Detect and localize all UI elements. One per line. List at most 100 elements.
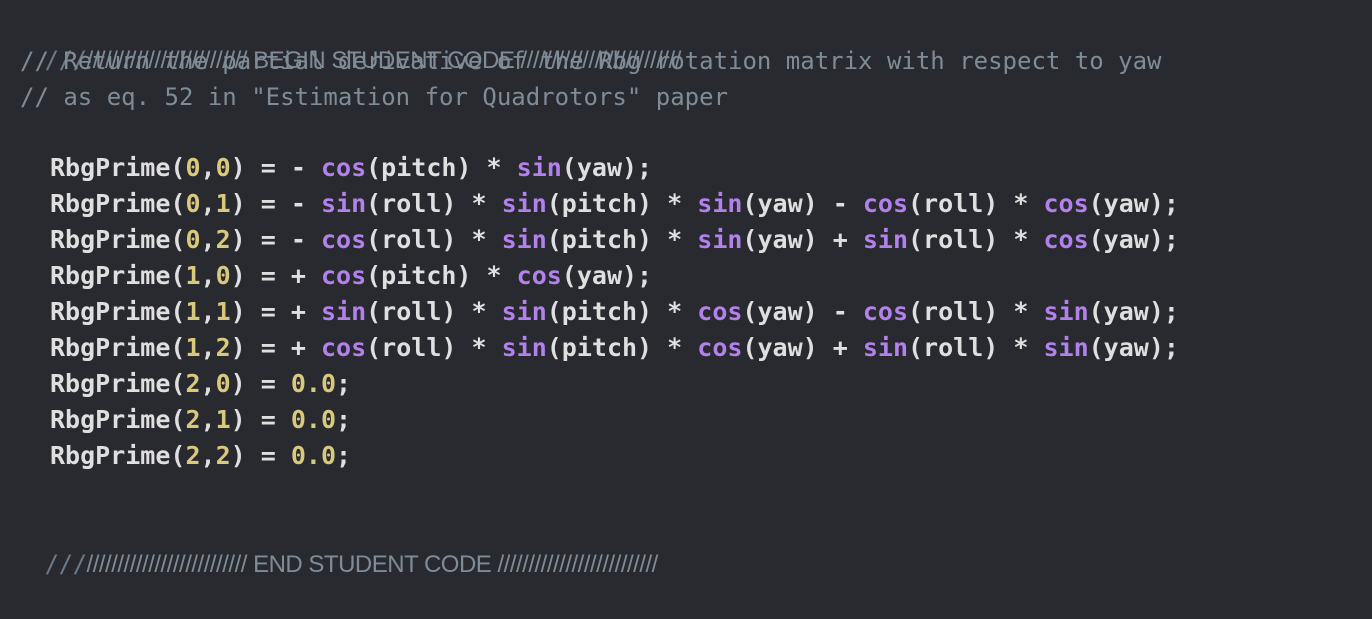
code-token: (roll) *	[366, 189, 502, 218]
code-token: RbgPrime(	[50, 189, 186, 218]
code-token: (yaw) -	[742, 189, 863, 218]
function-token: cos	[1043, 189, 1089, 218]
code-line: RbgPrime(0,0) = - cos(pitch) * sin(yaw);	[50, 150, 652, 186]
number-token: 0	[215, 369, 231, 398]
number-token: 2	[215, 225, 231, 254]
code-line: RbgPrime(0,1) = - sin(roll) * sin(pitch)…	[50, 186, 1179, 222]
code-editor[interactable]: ///////////////////////////// BEGIN STUD…	[0, 0, 1372, 578]
code-token: RbgPrime(	[50, 333, 186, 362]
number-token: 0	[215, 153, 231, 182]
number-token: 1	[215, 189, 231, 218]
code-line: RbgPrime(2,1) = 0.0;	[50, 402, 351, 438]
code-token: RbgPrime(	[50, 153, 186, 182]
code-token: ) = +	[230, 261, 321, 290]
code-line: RbgPrime(2,0) = 0.0;	[50, 366, 351, 402]
code-token: RbgPrime(	[50, 369, 186, 398]
function-token: sin	[501, 297, 547, 326]
code-token: (yaw) -	[742, 297, 863, 326]
function-token: sin	[320, 189, 367, 218]
number-token: 2	[215, 441, 231, 470]
code-token: (yaw) +	[742, 333, 863, 362]
comment-slashes: ///	[44, 550, 87, 578]
code-token: ,	[200, 441, 216, 470]
code-token: (roll) *	[908, 225, 1044, 254]
code-token: ;	[336, 441, 352, 470]
code-token: ) = +	[230, 297, 321, 326]
function-token: cos	[320, 153, 367, 182]
code-token: ) =	[230, 441, 291, 470]
comment-line-2: // as eq. 52 in "Estimation for Quadroto…	[20, 83, 729, 111]
code-token: (yaw);	[561, 261, 653, 290]
number-token: 2	[185, 441, 201, 470]
function-token: cos	[697, 297, 743, 326]
code-token: RbgPrime(	[50, 441, 186, 470]
number-token: 0	[185, 153, 201, 182]
code-token: ,	[200, 153, 216, 182]
function-token: cos	[862, 297, 908, 326]
code-token: (roll) *	[366, 297, 502, 326]
number-token: 1	[215, 405, 231, 434]
end-student-code-marker: ///////////////////////////// END STUDEN…	[20, 510, 659, 578]
code-token: (yaw);	[561, 153, 653, 182]
code-token: (roll) *	[366, 333, 502, 362]
code-token: (yaw) +	[742, 225, 863, 254]
begin-student-code-marker: ///////////////////////////// BEGIN STUD…	[20, 6, 682, 74]
number-token: 2	[185, 369, 201, 398]
code-token: ,	[200, 297, 216, 326]
function-token: cos	[320, 225, 367, 254]
code-token: (pitch) *	[366, 261, 517, 290]
code-token: ,	[200, 369, 216, 398]
code-token: (yaw);	[1088, 225, 1179, 254]
function-token: sin	[320, 297, 367, 326]
function-token: cos	[1043, 225, 1089, 254]
code-token: (roll) *	[366, 225, 502, 254]
code-token: ,	[200, 405, 216, 434]
code-token: (roll) *	[908, 189, 1044, 218]
code-token: RbgPrime(	[50, 225, 186, 254]
number-token: 0.0	[290, 369, 337, 398]
function-token: cos	[320, 333, 367, 362]
code-token: (pitch) *	[366, 153, 517, 182]
function-token: sin	[697, 189, 743, 218]
function-token: cos	[516, 261, 562, 290]
number-token: 0.0	[290, 405, 337, 434]
function-token: cos	[697, 333, 743, 362]
function-token: sin	[516, 153, 562, 182]
number-token: 0.0	[290, 441, 337, 470]
code-token: ,	[200, 225, 216, 254]
code-token: ) = +	[230, 333, 321, 362]
code-token: (pitch) *	[546, 225, 698, 254]
code-token: (pitch) *	[546, 297, 698, 326]
code-token: (roll) *	[908, 333, 1044, 362]
code-line: RbgPrime(1,2) = + cos(roll) * sin(pitch)…	[50, 330, 1179, 366]
function-token: cos	[320, 261, 367, 290]
number-token: 1	[185, 261, 201, 290]
code-token: RbgPrime(	[50, 261, 186, 290]
code-token: ) =	[230, 405, 291, 434]
number-token: 2	[215, 333, 231, 362]
function-token: sin	[1043, 297, 1089, 326]
function-token: cos	[862, 189, 908, 218]
code-token: ) =	[230, 369, 291, 398]
function-token: sin	[501, 189, 547, 218]
comment-line-1: // Return the partial derivative of the …	[20, 47, 1162, 75]
code-token: (yaw);	[1088, 297, 1179, 326]
function-token: sin	[501, 225, 547, 254]
number-token: 2	[185, 405, 201, 434]
code-line: RbgPrime(1,0) = + cos(pitch) * cos(yaw);	[50, 258, 652, 294]
number-token: 1	[185, 333, 201, 362]
function-token: sin	[862, 225, 908, 254]
function-token: sin	[862, 333, 908, 362]
code-token: RbgPrime(	[50, 405, 186, 434]
end-marker-text: ////////////////////////// END STUDENT C…	[86, 551, 659, 578]
code-token: (roll) *	[908, 297, 1044, 326]
number-token: 0	[185, 189, 201, 218]
code-token: (pitch) *	[546, 333, 698, 362]
code-line: RbgPrime(1,1) = + sin(roll) * sin(pitch)…	[50, 294, 1179, 330]
code-token: ) = -	[230, 189, 321, 218]
number-token: 0	[185, 225, 201, 254]
code-token: ,	[200, 189, 216, 218]
code-token: ) = -	[230, 153, 321, 182]
code-token: (yaw);	[1088, 333, 1179, 362]
code-token: (yaw);	[1088, 189, 1179, 218]
